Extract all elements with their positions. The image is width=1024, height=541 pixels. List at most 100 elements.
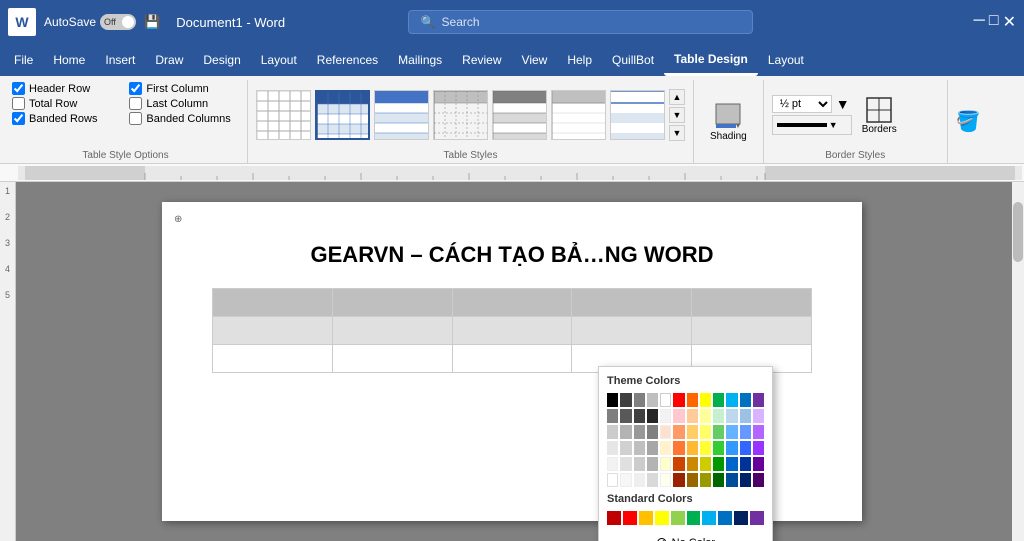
color-white[interactable] <box>660 393 671 407</box>
shade-4-3[interactable] <box>634 457 645 471</box>
shade-1-1[interactable] <box>607 409 618 423</box>
save-icon[interactable]: 💾 <box>144 14 160 30</box>
shade-1-2[interactable] <box>620 409 631 423</box>
menu-help[interactable]: Help <box>557 44 602 76</box>
shade-5-12[interactable] <box>753 473 764 487</box>
total-row-option[interactable]: Total Row <box>12 97 113 110</box>
shade-4-6[interactable] <box>673 457 684 471</box>
menu-table-design[interactable]: Table Design <box>664 44 758 76</box>
std-7[interactable] <box>702 511 716 525</box>
cell-1-4[interactable] <box>572 289 692 317</box>
shade-5-6[interactable] <box>673 473 684 487</box>
last-column-checkbox[interactable] <box>129 97 142 110</box>
banded-columns-option[interactable]: Banded Columns <box>129 112 230 125</box>
shade-4-1[interactable] <box>607 457 618 471</box>
table-style-2[interactable] <box>315 90 370 140</box>
shade-1-11[interactable] <box>740 409 751 423</box>
first-column-checkbox[interactable] <box>129 82 142 95</box>
menu-layout2[interactable]: Layout <box>758 44 814 76</box>
shade-1-6[interactable] <box>673 409 684 423</box>
std-9[interactable] <box>734 511 748 525</box>
cell-2-5[interactable] <box>692 317 812 345</box>
shade-1-7[interactable] <box>687 409 698 423</box>
shade-5-11[interactable] <box>740 473 751 487</box>
paint-bucket-icon[interactable]: 🪣 <box>956 109 981 134</box>
minimize-btn[interactable]: ─ <box>974 12 985 32</box>
color-green[interactable] <box>713 393 724 407</box>
cell-1-1[interactable] <box>213 289 333 317</box>
scroll-expand[interactable]: ▼ <box>669 125 685 141</box>
shade-2-8[interactable] <box>700 425 711 439</box>
shade-5-4[interactable] <box>647 473 658 487</box>
cell-1-5[interactable] <box>692 289 812 317</box>
shade-2-6[interactable] <box>673 425 684 439</box>
menu-view[interactable]: View <box>512 44 558 76</box>
total-row-checkbox[interactable] <box>12 97 25 110</box>
shade-2-7[interactable] <box>687 425 698 439</box>
table-style-1[interactable] <box>256 90 311 140</box>
search-input[interactable] <box>442 15 740 29</box>
search-box[interactable]: 🔍 <box>408 10 753 34</box>
color-blue[interactable] <box>740 393 751 407</box>
scroll-down[interactable]: ▼ <box>669 107 685 123</box>
std-3[interactable] <box>639 511 653 525</box>
shade-4-7[interactable] <box>687 457 698 471</box>
shade-2-10[interactable] <box>726 425 737 439</box>
menu-insert[interactable]: Insert <box>95 44 145 76</box>
shade-3-1[interactable] <box>607 441 618 455</box>
menu-review[interactable]: Review <box>452 44 511 76</box>
first-column-option[interactable]: First Column <box>129 82 230 95</box>
shade-3-4[interactable] <box>647 441 658 455</box>
shade-2-9[interactable] <box>713 425 724 439</box>
header-row-option[interactable]: Header Row <box>12 82 113 95</box>
shade-3-5[interactable] <box>660 441 671 455</box>
shade-1-10[interactable] <box>726 409 737 423</box>
scrollbar-thumb[interactable] <box>1013 202 1023 262</box>
menu-file[interactable]: File <box>4 44 43 76</box>
shade-5-7[interactable] <box>687 473 698 487</box>
menu-home[interactable]: Home <box>43 44 95 76</box>
last-column-option[interactable]: Last Column <box>129 97 230 110</box>
restore-btn[interactable]: □ <box>989 12 999 32</box>
cell-2-4[interactable] <box>572 317 692 345</box>
table-move-handle[interactable]: ⊕ <box>174 214 182 225</box>
shade-4-10[interactable] <box>726 457 737 471</box>
vertical-scrollbar[interactable] <box>1012 182 1024 541</box>
menu-quillbot[interactable]: QuillBot <box>602 44 664 76</box>
shading-button[interactable]: Shading <box>702 97 755 146</box>
shade-3-2[interactable] <box>620 441 631 455</box>
cell-2-2[interactable] <box>332 317 452 345</box>
cell-2-3[interactable] <box>452 317 572 345</box>
color-red[interactable] <box>673 393 684 407</box>
color-purple[interactable] <box>753 393 764 407</box>
shade-5-8[interactable] <box>700 473 711 487</box>
color-gray[interactable] <box>634 393 645 407</box>
menu-design[interactable]: Design <box>193 44 250 76</box>
shade-1-4[interactable] <box>647 409 658 423</box>
pen-color-selector[interactable]: ▼ <box>772 115 852 135</box>
std-5[interactable] <box>671 511 685 525</box>
shade-2-5[interactable] <box>660 425 671 439</box>
doc-table[interactable] <box>212 288 812 373</box>
shade-5-10[interactable] <box>726 473 737 487</box>
shade-3-7[interactable] <box>687 441 698 455</box>
shade-5-9[interactable] <box>713 473 724 487</box>
borders-button[interactable]: Borders <box>856 92 903 139</box>
shade-3-12[interactable] <box>753 441 764 455</box>
std-8[interactable] <box>718 511 732 525</box>
table-style-7[interactable] <box>610 90 665 140</box>
menu-draw[interactable]: Draw <box>145 44 193 76</box>
header-row-checkbox[interactable] <box>12 82 25 95</box>
shade-4-2[interactable] <box>620 457 631 471</box>
border-width-select[interactable]: ½ pt1 pt2 pt <box>772 95 832 113</box>
banded-rows-checkbox[interactable] <box>12 112 25 125</box>
banded-columns-checkbox[interactable] <box>129 112 142 125</box>
shade-1-5[interactable] <box>660 409 671 423</box>
shade-3-11[interactable] <box>740 441 751 455</box>
shade-3-9[interactable] <box>713 441 724 455</box>
table-style-3[interactable] <box>374 90 429 140</box>
shade-4-9[interactable] <box>713 457 724 471</box>
shade-3-8[interactable] <box>700 441 711 455</box>
shade-4-4[interactable] <box>647 457 658 471</box>
shade-4-8[interactable] <box>700 457 711 471</box>
